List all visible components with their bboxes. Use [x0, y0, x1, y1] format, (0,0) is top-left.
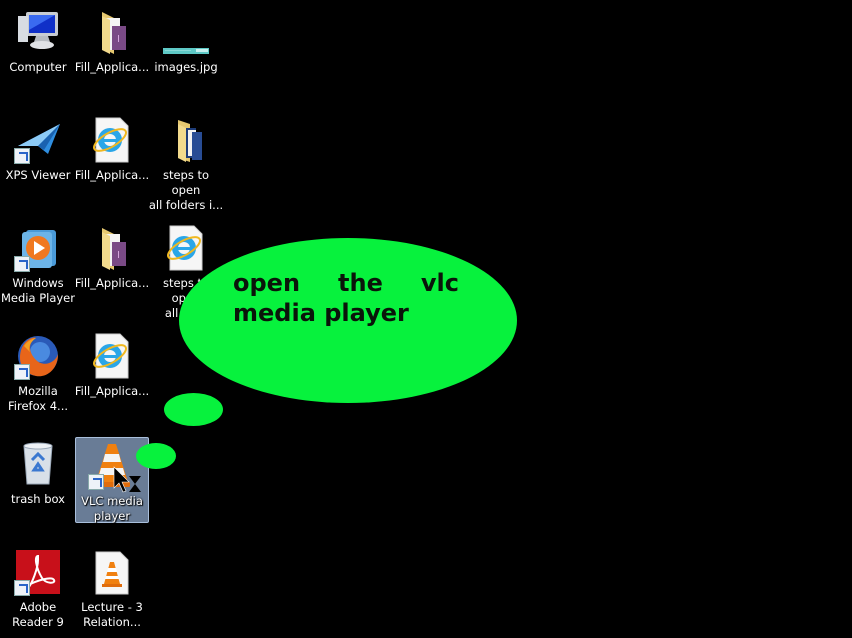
- shortcut-arrow-icon: [14, 364, 30, 380]
- computer-icon: [14, 8, 62, 56]
- folder-icon: I: [88, 224, 136, 272]
- callout-text: open the vlc media player: [233, 269, 459, 327]
- icon-label: images.jpg: [154, 60, 218, 74]
- desktop-icon-computer[interactable]: Computer: [1, 4, 75, 90]
- shortcut-arrow-icon: [14, 580, 30, 596]
- desktop-icon-images-jpg[interactable]: images.jpg: [149, 4, 223, 90]
- desktop-icon-windows-media-player[interactable]: Windows Media Player: [1, 220, 75, 306]
- desktop-icon-fill-application-html[interactable]: Fill_Applica...: [75, 112, 149, 198]
- vlc-file-icon: [88, 548, 136, 596]
- adobe-reader-icon: [14, 548, 62, 596]
- shortcut-arrow-icon: [88, 474, 104, 490]
- icon-label: steps to open all folders i...: [148, 168, 224, 212]
- desktop-icon-steps-folder[interactable]: steps to open all folders i...: [149, 112, 223, 212]
- desktop-icon-lecture-3[interactable]: Lecture - 3 Relation...: [75, 544, 149, 630]
- icon-label: Fill_Applica...: [74, 60, 150, 74]
- desktop-icon-adobe-reader[interactable]: Adobe Reader 9: [1, 544, 75, 630]
- shortcut-arrow-icon: [14, 148, 30, 164]
- recycle-bin-icon: [14, 440, 62, 488]
- icon-label: Mozilla Firefox 4...: [8, 384, 68, 413]
- image-file-icon: [162, 8, 210, 56]
- icon-label: Fill_Applica...: [74, 276, 150, 290]
- icon-label: VLC media player: [81, 494, 143, 523]
- svg-text:I: I: [117, 34, 120, 45]
- shortcut-arrow-icon: [14, 256, 30, 272]
- icon-label: Lecture - 3 Relation...: [81, 600, 143, 629]
- icon-label: trash box: [10, 492, 65, 506]
- icon-label: Adobe Reader 9: [12, 600, 64, 629]
- mouse-pointer-icon: [113, 466, 143, 498]
- desktop-icon-mozilla-firefox[interactable]: Mozilla Firefox 4...: [1, 328, 75, 414]
- callout-bubble-medium: [164, 393, 223, 426]
- windows-media-player-icon: [14, 224, 62, 272]
- internet-explorer-file-icon: [88, 116, 136, 164]
- desktop-icon-fill-application-folder-2[interactable]: I Fill_Applica...: [75, 220, 149, 306]
- desktop-icon-xps-viewer[interactable]: XPS Viewer: [1, 112, 75, 198]
- internet-explorer-file-icon: [162, 224, 210, 272]
- firefox-icon: [14, 332, 62, 380]
- internet-explorer-file-icon: [88, 332, 136, 380]
- icon-label: Fill_Applica...: [74, 168, 150, 182]
- desktop-icon-fill-application-html-2[interactable]: Fill_Applica...: [75, 328, 149, 414]
- svg-text:I: I: [117, 250, 120, 261]
- icon-label: Computer: [9, 60, 67, 74]
- folder-icon: I: [88, 8, 136, 56]
- desktop-icon-fill-application-folder[interactable]: I Fill_Applica...: [75, 4, 149, 90]
- desktop-icon-trash-box[interactable]: trash box: [1, 436, 75, 522]
- folder-icon: [162, 116, 210, 164]
- icon-label: Fill_Applica...: [74, 384, 150, 398]
- icon-label: XPS Viewer: [5, 168, 71, 182]
- icon-label: Windows Media Player: [1, 276, 75, 305]
- xps-viewer-icon: [14, 116, 62, 164]
